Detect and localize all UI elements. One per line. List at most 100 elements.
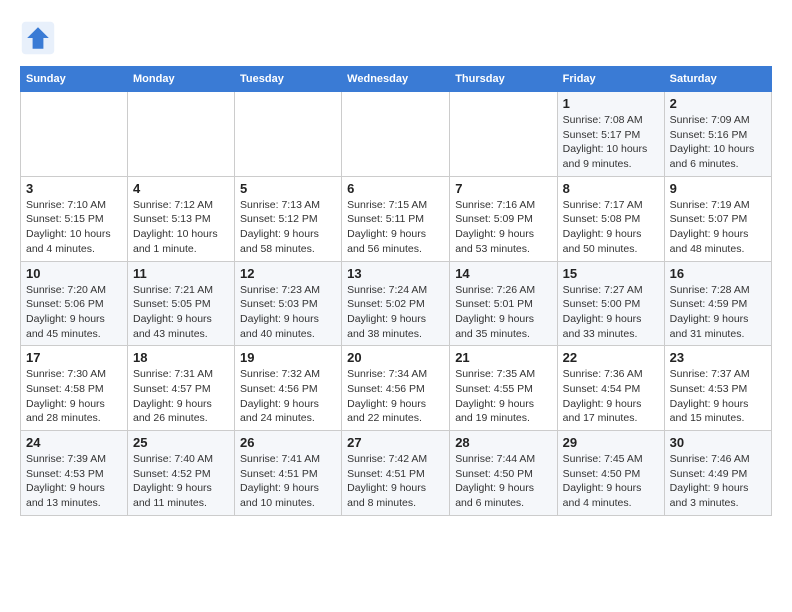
day-number: 28: [455, 435, 551, 450]
day-info: Sunrise: 7:32 AMSunset: 4:56 PMDaylight:…: [240, 367, 336, 426]
calendar-cell: 9 Sunrise: 7:19 AMSunset: 5:07 PMDaylight…: [664, 176, 771, 261]
day-info: Sunrise: 7:46 AMSunset: 4:49 PMDaylight:…: [670, 452, 766, 511]
calendar-cell: 2 Sunrise: 7:09 AMSunset: 5:16 PMDaylight…: [664, 92, 771, 177]
day-number: 12: [240, 266, 336, 281]
calendar-cell: 11Sunrise: 7:21 AMSunset: 5:05 PMDayligh…: [128, 261, 235, 346]
calendar-cell: 12 Sunrise: 7:23 AMSunset: 5:03 PMDayligh…: [235, 261, 342, 346]
weekday-header: Sunday: [21, 67, 128, 92]
calendar-cell: 7 Sunrise: 7:16 AMSunset: 5:09 PMDaylight…: [450, 176, 557, 261]
day-number: 1: [563, 96, 659, 111]
calendar-cell: 20 Sunrise: 7:34 AMSunset: 4:56 PMDayligh…: [342, 346, 450, 431]
day-info: Sunrise: 7:10 AMSunset: 5:15 PMDaylight:…: [26, 198, 122, 257]
day-info: Sunrise: 7:15 AMSunset: 5:11 PMDaylight:…: [347, 198, 444, 257]
day-number: 18: [133, 350, 229, 365]
calendar-cell: 6 Sunrise: 7:15 AMSunset: 5:11 PMDaylight…: [342, 176, 450, 261]
day-number: 29: [563, 435, 659, 450]
day-number: 7: [455, 181, 551, 196]
day-number: 20: [347, 350, 444, 365]
day-number: 15: [563, 266, 659, 281]
calendar-cell: 26Sunrise: 7:41 AMSunset: 4:51 PMDayligh…: [235, 431, 342, 516]
calendar-cell: 30 Sunrise: 7:46 AMSunset: 4:49 PMDayligh…: [664, 431, 771, 516]
day-number: 8: [563, 181, 659, 196]
weekday-header: Tuesday: [235, 67, 342, 92]
weekday-header: Monday: [128, 67, 235, 92]
day-info: Sunrise: 7:31 AMSunset: 4:57 PMDaylight:…: [133, 367, 229, 426]
day-number: 13: [347, 266, 444, 281]
day-info: Sunrise: 7:09 AMSunset: 5:16 PMDaylight:…: [670, 113, 766, 172]
calendar-cell: 23 Sunrise: 7:37 AMSunset: 4:53 PMDayligh…: [664, 346, 771, 431]
calendar-cell: 15Sunrise: 7:27 AMSunset: 5:00 PMDayligh…: [557, 261, 664, 346]
day-info: Sunrise: 7:20 AMSunset: 5:06 PMDaylight:…: [26, 283, 122, 342]
calendar-cell: 14Sunrise: 7:26 AMSunset: 5:01 PMDayligh…: [450, 261, 557, 346]
day-number: 11: [133, 266, 229, 281]
day-info: Sunrise: 7:08 AMSunset: 5:17 PMDaylight:…: [563, 113, 659, 172]
day-info: Sunrise: 7:26 AMSunset: 5:01 PMDaylight:…: [455, 283, 551, 342]
day-number: 17: [26, 350, 122, 365]
day-info: Sunrise: 7:24 AMSunset: 5:02 PMDaylight:…: [347, 283, 444, 342]
calendar-cell: [21, 92, 128, 177]
day-info: Sunrise: 7:40 AMSunset: 4:52 PMDaylight:…: [133, 452, 229, 511]
calendar-cell: 19 Sunrise: 7:32 AMSunset: 4:56 PMDayligh…: [235, 346, 342, 431]
day-info: Sunrise: 7:13 AMSunset: 5:12 PMDaylight:…: [240, 198, 336, 257]
day-number: 21: [455, 350, 551, 365]
calendar-cell: [128, 92, 235, 177]
day-number: 26: [240, 435, 336, 450]
calendar-week-row: 1 Sunrise: 7:08 AMSunset: 5:17 PMDaylight…: [21, 92, 772, 177]
day-number: 5: [240, 181, 336, 196]
calendar-cell: [342, 92, 450, 177]
calendar-cell: 29 Sunrise: 7:45 AMSunset: 4:50 PMDayligh…: [557, 431, 664, 516]
weekday-header: Thursday: [450, 67, 557, 92]
day-number: 16: [670, 266, 766, 281]
day-number: 24: [26, 435, 122, 450]
calendar-week-row: 10 Sunrise: 7:20 AMSunset: 5:06 PMDayligh…: [21, 261, 772, 346]
calendar-table: SundayMondayTuesdayWednesdayThursdayFrid…: [20, 66, 772, 516]
calendar-cell: 24 Sunrise: 7:39 AMSunset: 4:53 PMDayligh…: [21, 431, 128, 516]
day-number: 30: [670, 435, 766, 450]
calendar-cell: 21 Sunrise: 7:35 AMSunset: 4:55 PMDayligh…: [450, 346, 557, 431]
calendar-cell: 25 Sunrise: 7:40 AMSunset: 4:52 PMDayligh…: [128, 431, 235, 516]
day-number: 2: [670, 96, 766, 111]
day-info: Sunrise: 7:42 AMSunset: 4:51 PMDaylight:…: [347, 452, 444, 511]
calendar-cell: 8 Sunrise: 7:17 AMSunset: 5:08 PMDaylight…: [557, 176, 664, 261]
day-info: Sunrise: 7:39 AMSunset: 4:53 PMDaylight:…: [26, 452, 122, 511]
day-info: Sunrise: 7:19 AMSunset: 5:07 PMDaylight:…: [670, 198, 766, 257]
calendar-cell: 1 Sunrise: 7:08 AMSunset: 5:17 PMDaylight…: [557, 92, 664, 177]
calendar-cell: 13 Sunrise: 7:24 AMSunset: 5:02 PMDayligh…: [342, 261, 450, 346]
day-info: Sunrise: 7:45 AMSunset: 4:50 PMDaylight:…: [563, 452, 659, 511]
page-header: [20, 20, 772, 56]
day-number: 22: [563, 350, 659, 365]
day-info: Sunrise: 7:16 AMSunset: 5:09 PMDaylight:…: [455, 198, 551, 257]
calendar-cell: [235, 92, 342, 177]
logo-icon: [20, 20, 56, 56]
weekday-header: Wednesday: [342, 67, 450, 92]
day-number: 10: [26, 266, 122, 281]
day-info: Sunrise: 7:37 AMSunset: 4:53 PMDaylight:…: [670, 367, 766, 426]
day-number: 27: [347, 435, 444, 450]
calendar-week-row: 17 Sunrise: 7:30 AMSunset: 4:58 PMDayligh…: [21, 346, 772, 431]
calendar-cell: 3 Sunrise: 7:10 AMSunset: 5:15 PMDaylight…: [21, 176, 128, 261]
calendar-week-row: 24 Sunrise: 7:39 AMSunset: 4:53 PMDayligh…: [21, 431, 772, 516]
day-info: Sunrise: 7:30 AMSunset: 4:58 PMDaylight:…: [26, 367, 122, 426]
calendar-cell: 28Sunrise: 7:44 AMSunset: 4:50 PMDayligh…: [450, 431, 557, 516]
day-number: 19: [240, 350, 336, 365]
day-info: Sunrise: 7:35 AMSunset: 4:55 PMDaylight:…: [455, 367, 551, 426]
calendar-cell: [450, 92, 557, 177]
day-number: 4: [133, 181, 229, 196]
day-number: 6: [347, 181, 444, 196]
calendar-cell: 16Sunrise: 7:28 AMSunset: 4:59 PMDayligh…: [664, 261, 771, 346]
logo: [20, 20, 60, 56]
calendar-cell: 22 Sunrise: 7:36 AMSunset: 4:54 PMDayligh…: [557, 346, 664, 431]
day-info: Sunrise: 7:12 AMSunset: 5:13 PMDaylight:…: [133, 198, 229, 257]
day-number: 25: [133, 435, 229, 450]
day-number: 3: [26, 181, 122, 196]
calendar-cell: 17 Sunrise: 7:30 AMSunset: 4:58 PMDayligh…: [21, 346, 128, 431]
day-info: Sunrise: 7:34 AMSunset: 4:56 PMDaylight:…: [347, 367, 444, 426]
weekday-header: Friday: [557, 67, 664, 92]
weekday-header: Saturday: [664, 67, 771, 92]
calendar-header: SundayMondayTuesdayWednesdayThursdayFrid…: [21, 67, 772, 92]
day-info: Sunrise: 7:23 AMSunset: 5:03 PMDaylight:…: [240, 283, 336, 342]
day-number: 23: [670, 350, 766, 365]
day-info: Sunrise: 7:36 AMSunset: 4:54 PMDaylight:…: [563, 367, 659, 426]
day-number: 9: [670, 181, 766, 196]
day-info: Sunrise: 7:17 AMSunset: 5:08 PMDaylight:…: [563, 198, 659, 257]
